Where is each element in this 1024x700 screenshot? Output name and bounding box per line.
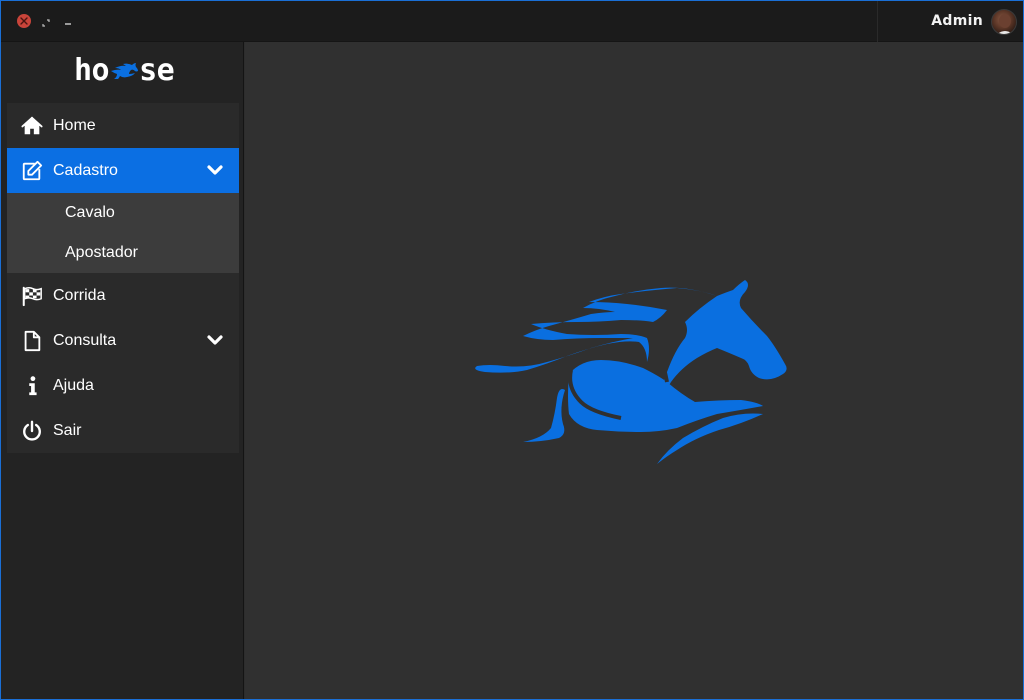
menu-item-corrida[interactable]: Corrida bbox=[7, 273, 239, 318]
power-icon bbox=[23, 420, 41, 441]
menu-item-ajuda[interactable]: Ajuda bbox=[7, 363, 239, 408]
avatar[interactable] bbox=[991, 9, 1017, 35]
menu-item-label: Sair bbox=[53, 422, 82, 439]
title-bar: Admin bbox=[1, 1, 1023, 42]
info-icon bbox=[29, 376, 37, 396]
restore-window-button[interactable] bbox=[41, 15, 51, 27]
app-window: Admin ho se Home Cadastro Cavalo Apostad… bbox=[0, 0, 1024, 700]
chevron-down-icon bbox=[207, 335, 223, 345]
resize-icon bbox=[42, 19, 50, 27]
submenu-item-label: Cavalo bbox=[65, 204, 115, 221]
minimize-window-button[interactable] bbox=[63, 15, 73, 25]
checkered-flag-icon bbox=[22, 286, 42, 307]
horse-logo-icon bbox=[111, 63, 139, 79]
menu-item-label: Consulta bbox=[53, 332, 117, 349]
main-menu: Home Cadastro Cavalo Apostador Corrida C… bbox=[7, 103, 239, 453]
main-content bbox=[245, 42, 1023, 699]
close-window-button[interactable] bbox=[17, 14, 31, 28]
user-photo-icon bbox=[997, 14, 1013, 34]
sidebar: ho se Home Cadastro Cavalo Apostador Cor… bbox=[1, 42, 244, 699]
menu-item-sair[interactable]: Sair bbox=[7, 408, 239, 453]
file-icon bbox=[24, 330, 41, 352]
logo-text-left: ho bbox=[74, 52, 110, 88]
app-logo: ho se bbox=[74, 52, 175, 88]
cadastro-submenu: Cavalo Apostador bbox=[7, 193, 239, 273]
menu-item-label: Cadastro bbox=[53, 162, 118, 179]
edit-icon bbox=[22, 160, 43, 181]
menu-item-label: Ajuda bbox=[53, 377, 94, 394]
submenu-item-cavalo[interactable]: Cavalo bbox=[7, 193, 239, 233]
menu-item-label: Home bbox=[53, 117, 96, 134]
submenu-item-label: Apostador bbox=[65, 244, 138, 261]
menu-item-consulta[interactable]: Consulta bbox=[7, 318, 239, 363]
user-name: Admin bbox=[931, 13, 983, 29]
close-icon bbox=[20, 17, 28, 25]
horse-brand-logo bbox=[475, 280, 787, 464]
chevron-down-icon bbox=[207, 165, 223, 175]
minimize-icon bbox=[65, 23, 71, 25]
home-icon bbox=[21, 116, 43, 135]
menu-item-cadastro[interactable]: Cadastro bbox=[7, 148, 239, 193]
menu-item-label: Corrida bbox=[53, 287, 106, 304]
user-menu[interactable]: Admin bbox=[877, 1, 1023, 42]
menu-item-home[interactable]: Home bbox=[7, 103, 239, 148]
submenu-item-apostador[interactable]: Apostador bbox=[7, 233, 239, 273]
logo-text-right: se bbox=[139, 52, 175, 88]
